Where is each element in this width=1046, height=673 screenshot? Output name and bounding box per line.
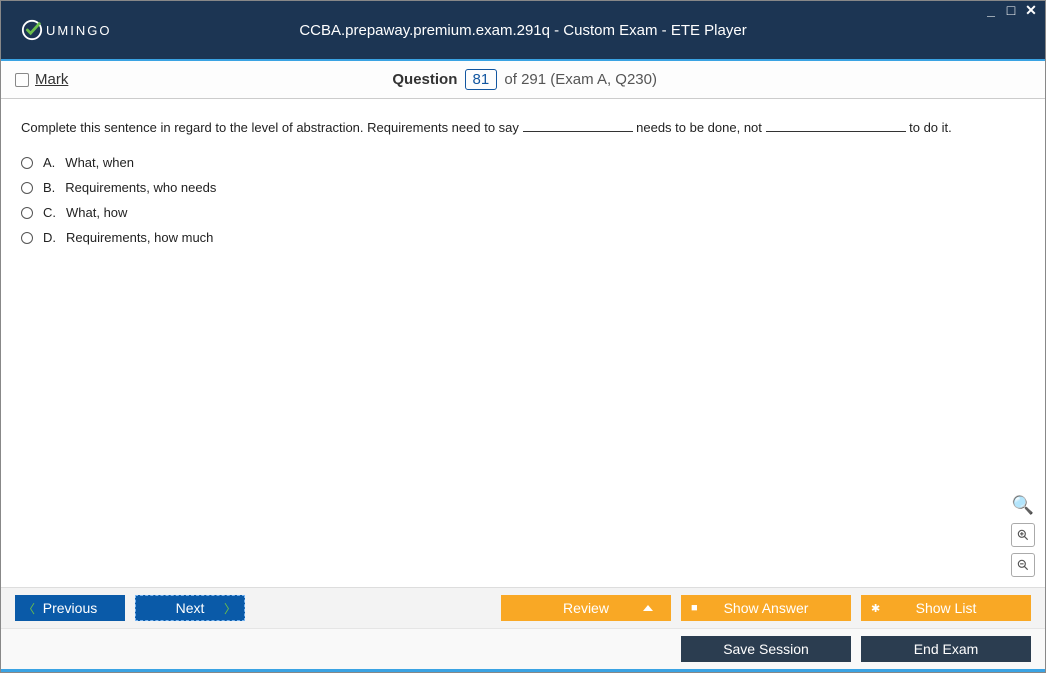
maximize-button[interactable]: □ [1003, 2, 1019, 19]
chevron-right-icon: 〉 [224, 600, 236, 617]
save-session-label: Save Session [723, 641, 809, 657]
search-icon[interactable]: 🔍 [1011, 493, 1035, 517]
window-title: CCBA.prepaway.premium.exam.291q - Custom… [299, 22, 746, 39]
close-button[interactable]: ✕ [1023, 2, 1039, 19]
qtext-before: Complete this sentence in regard to the … [21, 120, 523, 135]
minimize-button[interactable]: _ [983, 2, 999, 19]
logo: UMINGO [21, 19, 111, 41]
radio-icon [21, 182, 33, 194]
option-text: Requirements, how much [66, 230, 213, 245]
logo-text: UMINGO [46, 23, 111, 38]
action-row: 〈 Previous Next 〉 Review ■ Show Answer ✱… [1, 587, 1045, 628]
option-a[interactable]: A. What, when [21, 155, 1025, 170]
next-button[interactable]: Next 〉 [135, 595, 245, 621]
qtext-after: to do it. [906, 120, 952, 135]
square-icon: ■ [691, 602, 698, 614]
titlebar: UMINGO CCBA.prepaway.premium.exam.291q -… [1, 1, 1045, 61]
option-text: What, how [66, 205, 127, 220]
option-letter: A. [43, 155, 55, 170]
next-label: Next [176, 600, 205, 616]
blank-2 [766, 120, 906, 132]
window-controls: _ □ ✕ [983, 2, 1039, 19]
zoom-in-button[interactable] [1011, 523, 1035, 547]
review-label: Review [563, 600, 609, 616]
save-session-button[interactable]: Save Session [681, 636, 851, 662]
option-d[interactable]: D. Requirements, how much [21, 230, 1025, 245]
option-letter: D. [43, 230, 56, 245]
question-number: 81 [465, 69, 498, 90]
chevron-left-icon: 〈 [23, 600, 35, 617]
mark-checkbox-icon [15, 73, 29, 87]
option-letter: C. [43, 205, 56, 220]
radio-icon [21, 207, 33, 219]
qtext-mid: needs to be done, not [633, 120, 766, 135]
previous-label: Previous [43, 600, 97, 616]
list-icon: ✱ [871, 602, 880, 615]
question-prefix: Question [392, 71, 457, 88]
show-list-label: Show List [916, 600, 977, 616]
question-content: Complete this sentence in regard to the … [1, 99, 1045, 587]
end-exam-button[interactable]: End Exam [861, 636, 1031, 662]
option-b[interactable]: B. Requirements, who needs [21, 180, 1025, 195]
option-text: What, when [65, 155, 134, 170]
mark-toggle[interactable]: Mark [15, 71, 68, 88]
question-text: Complete this sentence in regard to the … [21, 119, 1025, 137]
mark-label: Mark [35, 71, 68, 88]
option-text: Requirements, who needs [65, 180, 216, 195]
question-header-bar: Mark Question 81 of 291 (Exam A, Q230) [1, 61, 1045, 99]
triangle-up-icon [643, 605, 653, 611]
logo-check-icon [21, 19, 43, 41]
zoom-out-button[interactable] [1011, 553, 1035, 577]
review-button[interactable]: Review [501, 595, 671, 621]
show-answer-label: Show Answer [724, 600, 809, 616]
radio-icon [21, 232, 33, 244]
zoom-tools: 🔍 [1011, 493, 1035, 577]
show-answer-button[interactable]: ■ Show Answer [681, 595, 851, 621]
option-letter: B. [43, 180, 55, 195]
bottom-row: Save Session End Exam [1, 628, 1045, 672]
show-list-button[interactable]: ✱ Show List [861, 595, 1031, 621]
option-c[interactable]: C. What, how [21, 205, 1025, 220]
radio-icon [21, 157, 33, 169]
question-counter: Question 81 of 291 (Exam A, Q230) [68, 69, 981, 90]
question-suffix: of 291 (Exam A, Q230) [504, 71, 657, 88]
previous-button[interactable]: 〈 Previous [15, 595, 125, 621]
spacer [255, 595, 491, 621]
blank-1 [523, 120, 633, 132]
end-exam-label: End Exam [914, 641, 979, 657]
